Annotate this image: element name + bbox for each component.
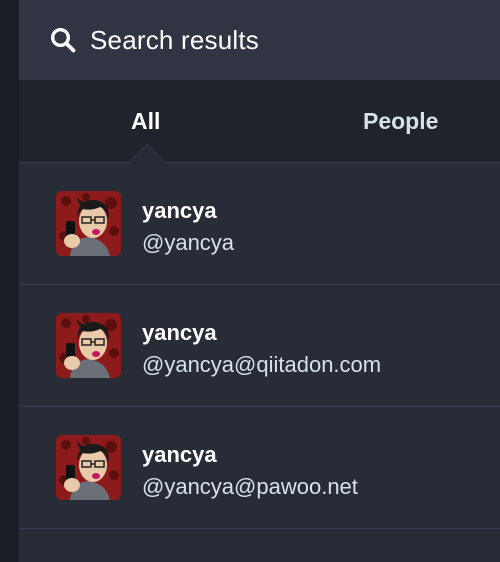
page-title: Search results: [90, 24, 259, 55]
display-name: yancya: [142, 198, 217, 223]
avatar[interactable]: [56, 313, 121, 378]
account-handle: @yancya: [142, 230, 235, 255]
avatar-icon: [56, 313, 121, 378]
account-item[interactable]: yancya @yancya@pawoo.net: [19, 407, 500, 529]
display-name: yancya: [142, 320, 217, 345]
account-handle: @yancya@qiitadon.com: [142, 352, 382, 377]
account-item[interactable]: yancya @yancya@qiitadon.com: [19, 285, 500, 407]
search-tabs: All People: [19, 80, 500, 163]
column-drawer-strip: [0, 0, 19, 562]
avatar-icon: [56, 435, 121, 500]
tab-people[interactable]: People: [363, 108, 438, 135]
active-tab-indicator: [129, 145, 165, 163]
search-results-column: Search results All People yancya @yancya…: [19, 0, 500, 562]
results-list: yancya @yancya yancya @yancya@qiitadon.c…: [19, 163, 500, 529]
column-header[interactable]: Search results: [19, 0, 500, 80]
tab-all[interactable]: All: [131, 108, 160, 135]
avatar-icon: [56, 191, 121, 256]
avatar[interactable]: [56, 435, 121, 500]
search-icon: [50, 27, 76, 53]
account-handle: @yancya@pawoo.net: [142, 474, 358, 499]
avatar[interactable]: [56, 191, 121, 256]
display-name: yancya: [142, 442, 217, 467]
account-item[interactable]: yancya @yancya: [19, 163, 500, 285]
